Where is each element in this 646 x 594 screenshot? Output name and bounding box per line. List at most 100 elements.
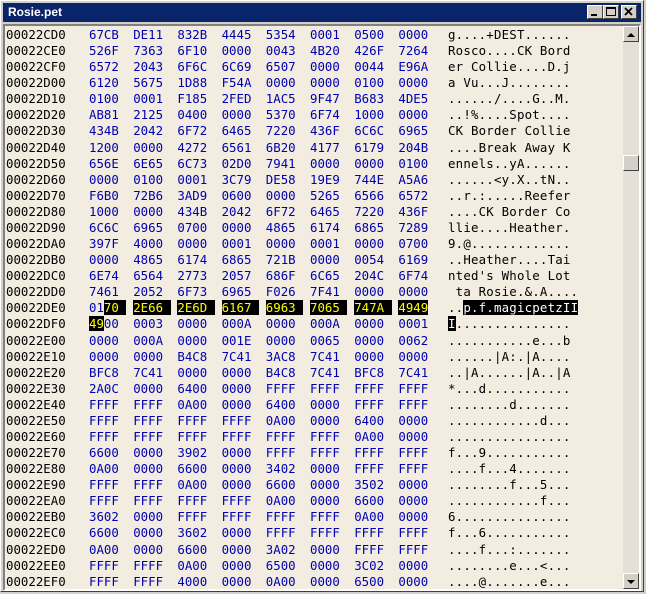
hex-word[interactable]: 3A02 [266,542,310,558]
hex-word[interactable]: 2A0C [89,381,133,397]
hex-word[interactable]: 6600 [89,525,133,541]
hex-word[interactable]: 0000 [222,525,266,541]
hex-word[interactable]: 4865 [266,220,310,236]
hex-word[interactable]: 6F74 [310,107,354,123]
selected-bytes[interactable]: 2E66 [133,300,171,316]
hex-word[interactable]: 6179 [354,140,398,156]
hex-word[interactable]: 3602 [177,525,221,541]
hex-word[interactable]: 1000 [354,107,398,123]
hex-word[interactable]: 0000 [222,461,266,477]
hex-word[interactable]: 7C41 [398,365,442,381]
hex-row[interactable]: 00022D30 434B 2042 6F72 6465 7220 436F 6C6C 6965… [5,123,625,139]
ascii-text[interactable]: Rosco....CK Bord [448,43,571,59]
hex-word[interactable]: 6167 [221,300,266,316]
hex-word[interactable]: 747A [354,300,398,316]
hex-word[interactable]: 6572 [89,59,133,75]
hex-word[interactable]: 0500 [354,27,398,43]
hex-word[interactable]: 0000 [310,574,354,589]
selected-bytes[interactable]: 6167 [221,300,259,316]
ascii-text[interactable]: 9.@............. [448,236,571,252]
ascii-text[interactable]: ta Rosie.&.A.... [448,284,578,300]
hex-word[interactable]: FFFF [133,477,177,493]
hex-word[interactable]: 0000 [310,413,354,429]
hex-word[interactable]: 6169 [398,252,442,268]
hex-word[interactable]: 0000 [398,558,442,574]
hex-word[interactable]: 67CB [89,27,133,43]
hex-word[interactable]: 0000 [310,493,354,509]
hex-word[interactable]: 0000 [310,461,354,477]
hex-word[interactable]: 0001 [310,236,354,252]
hex-word[interactable]: B4C8 [266,365,310,381]
hex-word[interactable]: 0000 [133,204,177,220]
hex-word[interactable]: 0000 [133,461,177,477]
hex-word[interactable]: FFFF [310,445,354,461]
hex-row[interactable]: 00022E70 6600 0000 3902 0000 FFFF FFFF FFFF FFFF… [5,445,625,461]
hex-word[interactable]: 6865 [222,252,266,268]
hex-word[interactable]: 0100 [89,91,133,107]
hex-word[interactable]: 4949 [398,300,442,316]
hex-word[interactable]: 0000 [222,574,266,589]
hex-word[interactable]: FFFF [133,397,177,413]
hex-word[interactable]: 656E [89,156,133,172]
hex-word[interactable]: 6600 [177,542,221,558]
ascii-text[interactable]: er Collie....D.j [448,59,571,75]
hex-word[interactable]: FFFF [398,461,442,477]
hex-word[interactable]: FFFF [89,574,133,589]
hex-word[interactable]: F026 [266,284,310,300]
hex-word[interactable]: 2FED [222,91,266,107]
hex-word[interactable]: 7220 [266,123,310,139]
hex-word[interactable]: 3502 [354,477,398,493]
hex-word[interactable]: 6865 [354,220,398,236]
hex-word[interactable]: 6500 [266,558,310,574]
hex-word[interactable]: 0A00 [266,493,310,509]
hex-word[interactable]: 0000 [222,445,266,461]
hex-word[interactable]: 0000 [398,477,442,493]
hex-word[interactable]: 0000 [89,252,133,268]
hex-word[interactable]: 0000 [398,27,442,43]
hex-row[interactable]: 00022E10 0000 0000 B4C8 7C41 3AC8 7C41 0000 0000… [5,349,625,365]
hex-word[interactable]: 1000 [89,204,133,220]
hex-word[interactable]: FFFF [222,509,266,525]
hex-word[interactable]: 0062 [398,333,442,349]
hex-word[interactable]: 0000 [398,349,442,365]
hex-word[interactable]: 0000 [398,107,442,123]
hex-row[interactable]: 00022CE0 526F 7363 6F10 0000 0043 4B20 426F 7264… [5,43,625,59]
hex-word[interactable]: 0000 [310,75,354,91]
hex-word[interactable]: FFFF [177,413,221,429]
hex-word[interactable]: FFFF [89,558,133,574]
hex-word[interactable]: 2042 [222,204,266,220]
hex-word[interactable]: 0000 [177,316,221,332]
hex-word[interactable]: 7264 [398,43,442,59]
hex-word[interactable]: 0170 [89,300,133,316]
hex-word[interactable]: FFFF [222,413,266,429]
ascii-text[interactable]: ......|A:.|A.... [448,349,571,365]
hex-word[interactable]: 7289 [398,220,442,236]
selected-bytes[interactable]: 6963 [265,300,304,316]
ascii-text[interactable]: ....@.......e... [448,574,571,589]
hex-word[interactable]: 7461 [89,284,133,300]
hex-row[interactable]: 00022CD0 67CB DE11 832B 4445 5354 0001 0500 0000… [5,27,625,43]
selected-bytes[interactable]: 747A [354,300,392,316]
hex-word[interactable]: FFFF [133,413,177,429]
hex-word[interactable]: 686F [266,268,310,284]
selected-ascii[interactable]: I [448,316,456,332]
hex-row[interactable]: 00022EA0 FFFF FFFF FFFF FFFF 0A00 0000 6600 0000… [5,493,625,509]
hex-word[interactable]: 6400 [177,381,221,397]
hex-row[interactable]: 00022D50 656E 6E65 6C73 02D0 7941 0000 0000 0100… [5,156,625,172]
hex-row[interactable]: 00022E50 FFFF FFFF FFFF FFFF 0A00 0000 6400 0000… [5,413,625,429]
hex-word[interactable]: 0000 [133,445,177,461]
hex-word[interactable]: 0000 [177,236,221,252]
hex-word[interactable]: FFFF [133,574,177,589]
hex-word[interactable]: 4865 [133,252,177,268]
hex-word[interactable]: 0000 [398,284,442,300]
hex-word[interactable]: 0000 [310,542,354,558]
hex-word[interactable]: 436F [398,204,442,220]
hex-word[interactable]: 0700 [398,236,442,252]
hex-word[interactable]: 0A00 [354,429,398,445]
hex-word[interactable]: FFFF [266,509,310,525]
hex-word[interactable]: 0A00 [89,542,133,558]
ascii-text[interactable]: ....Break Away K [448,140,571,156]
hex-word[interactable]: 0000 [310,397,354,413]
hex-word[interactable]: FFFF [177,509,221,525]
ascii-text[interactable]: ........d....... [448,397,571,413]
